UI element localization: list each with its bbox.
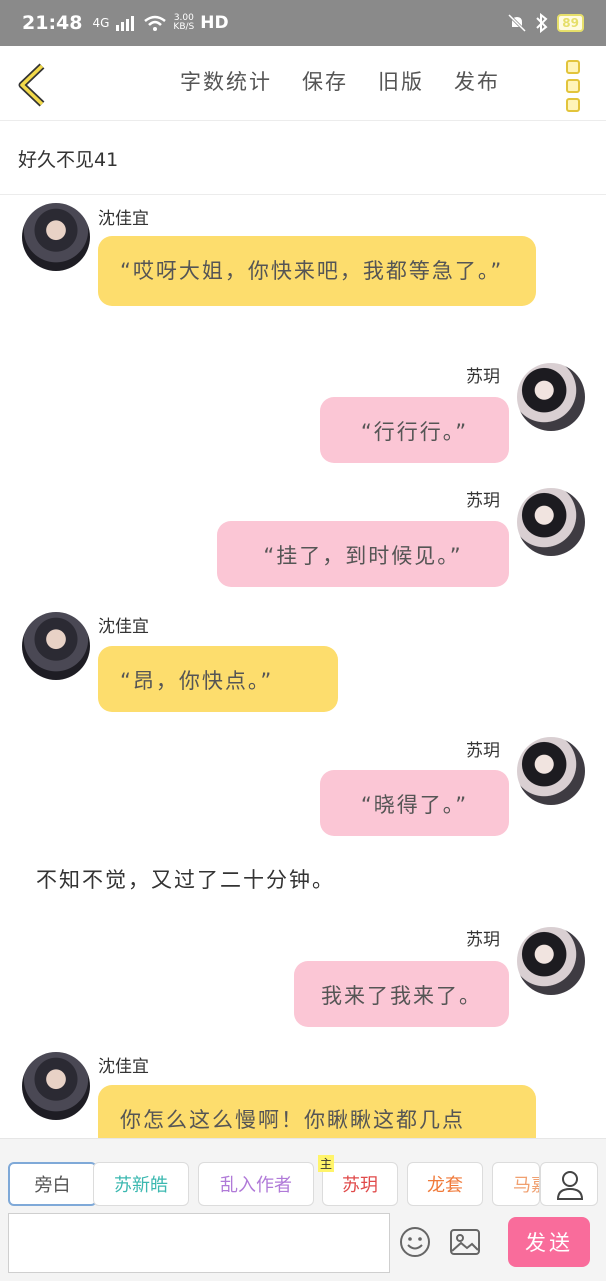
signal-group: 4G 3.00 KB/S HD bbox=[92, 13, 228, 33]
character-label: 马嘉 bbox=[513, 1175, 539, 1196]
composer-panel: 旁白 苏新皓 乱入作者 主 苏玥 龙套 马嘉 发送 bbox=[0, 1138, 606, 1281]
avatar-su-yue[interactable] bbox=[517, 488, 585, 556]
chapter-title[interactable]: 好久不见41 bbox=[0, 121, 606, 195]
chat-bubble[interactable]: 你怎么这么慢啊！你瞅瞅这都几点 bbox=[98, 1085, 536, 1138]
avatar-su-yue[interactable] bbox=[517, 363, 585, 431]
main-character-badge: 主 bbox=[318, 1155, 335, 1172]
chat-bubble[interactable]: “挂了，到时候见。” bbox=[217, 521, 509, 587]
speaker-name: 沈佳宜 bbox=[98, 1057, 149, 1077]
character-manager-button[interactable] bbox=[540, 1162, 598, 1206]
speaker-name: 苏玥 bbox=[466, 367, 500, 387]
character-chip-su-xinhao[interactable]: 苏新皓 bbox=[93, 1162, 189, 1206]
speaker-name: 苏玥 bbox=[466, 741, 500, 761]
signal-icon bbox=[116, 16, 135, 31]
publish-button[interactable]: 发布 bbox=[454, 66, 500, 96]
speaker-name: 苏玥 bbox=[466, 930, 500, 950]
image-icon[interactable] bbox=[448, 1225, 482, 1259]
character-chip-narrator[interactable]: 旁白 bbox=[8, 1162, 97, 1206]
chat-bubble[interactable]: 我来了我来了。 bbox=[294, 961, 509, 1027]
character-chip-author[interactable]: 乱入作者 bbox=[198, 1162, 314, 1206]
old-version-button[interactable]: 旧版 bbox=[378, 66, 424, 96]
wifi-icon bbox=[144, 15, 167, 31]
save-button[interactable]: 保存 bbox=[302, 66, 348, 96]
avatar-shen-jiayi[interactable] bbox=[22, 203, 90, 271]
character-chip-ma-jia[interactable]: 马嘉 bbox=[492, 1162, 540, 1206]
chat-bubble[interactable]: “哎呀大姐，你快来吧，我都等急了。” bbox=[98, 236, 536, 306]
avatar-su-yue[interactable] bbox=[517, 927, 585, 995]
character-label: 龙套 bbox=[427, 1175, 463, 1196]
narration-text[interactable]: 不知不觉，又过了二十分钟。 bbox=[36, 864, 335, 894]
speaker-name: 沈佳宜 bbox=[98, 617, 149, 637]
hd-indicator: HD bbox=[200, 13, 229, 33]
chat-bubble[interactable]: “晓得了。” bbox=[320, 770, 509, 836]
chat-area[interactable]: 沈佳宜 “哎呀大姐，你快来吧，我都等急了。” 苏玥 “行行行。” 苏玥 “挂了，… bbox=[0, 196, 606, 1138]
character-chip-su-yue[interactable]: 主 苏玥 bbox=[318, 1155, 398, 1206]
chat-bubble[interactable]: “昂，你快点。” bbox=[98, 646, 338, 712]
character-label: 乱入作者 bbox=[220, 1175, 292, 1196]
character-label: 苏玥 bbox=[342, 1175, 378, 1196]
network-type: 4G bbox=[92, 16, 110, 30]
speaker-name: 沈佳宜 bbox=[98, 209, 149, 229]
character-label: 苏新皓 bbox=[114, 1175, 168, 1196]
mute-icon bbox=[508, 13, 527, 33]
speaker-name: 苏玥 bbox=[466, 491, 500, 511]
battery-indicator: 89 bbox=[557, 14, 584, 32]
status-bar: 21:48 4G 3.00 KB/S HD 89 bbox=[0, 0, 606, 46]
status-time: 21:48 bbox=[22, 12, 83, 34]
avatar-shen-jiayi[interactable] bbox=[22, 612, 90, 680]
message-input[interactable] bbox=[8, 1213, 390, 1273]
net-speed: 3.00 KB/S bbox=[173, 13, 195, 32]
more-menu-icon[interactable] bbox=[566, 60, 580, 112]
word-count-button[interactable]: 字数统计 bbox=[180, 66, 272, 96]
send-button[interactable]: 发送 bbox=[508, 1217, 590, 1267]
bluetooth-icon bbox=[536, 13, 548, 33]
avatar-su-yue[interactable] bbox=[517, 737, 585, 805]
avatar-shen-jiayi[interactable] bbox=[22, 1052, 90, 1120]
back-arrow-icon[interactable] bbox=[14, 62, 50, 108]
emoji-icon[interactable] bbox=[398, 1225, 432, 1259]
chat-bubble[interactable]: “行行行。” bbox=[320, 397, 509, 463]
character-chip-extra[interactable]: 龙套 bbox=[407, 1162, 483, 1206]
character-label: 旁白 bbox=[34, 1175, 71, 1196]
toolbar-menu: 字数统计 保存 旧版 发布 bbox=[180, 66, 500, 96]
editor-toolbar: 字数统计 保存 旧版 发布 bbox=[0, 46, 606, 121]
person-icon bbox=[556, 1171, 584, 1200]
